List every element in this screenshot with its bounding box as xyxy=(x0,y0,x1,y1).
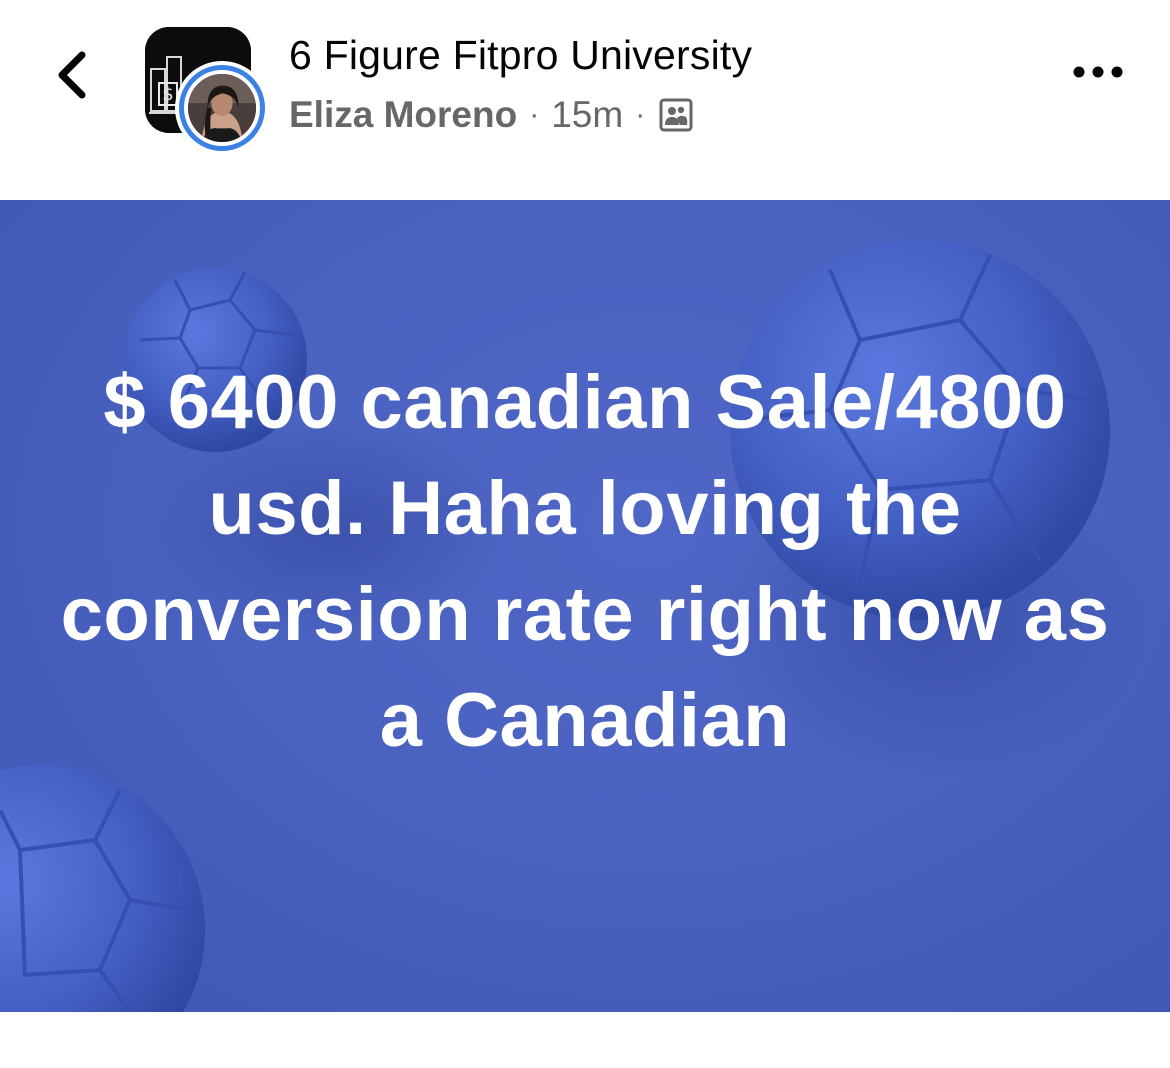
back-button[interactable] xyxy=(42,40,102,110)
ball-bottom-left xyxy=(0,765,205,1012)
post-header: $ 6 Figure Fitpro University Eliza Moren… xyxy=(0,0,1170,200)
svg-text:$: $ xyxy=(162,84,173,105)
author-photo xyxy=(188,74,256,142)
author-name-link[interactable]: Eliza Moreno xyxy=(289,94,517,136)
group-name-link[interactable]: 6 Figure Fitpro University xyxy=(289,32,752,79)
post-screen: $ 6 Figure Fitpro University Eliza Moren… xyxy=(0,0,1170,1068)
more-options-icon xyxy=(1073,66,1123,78)
post-text: $ 6400 canadian Sale/4800 usd. Haha lovi… xyxy=(60,360,1110,763)
post-footer-space xyxy=(0,1012,1170,1068)
post-meta: Eliza Moreno · 15m · xyxy=(289,92,693,138)
author-avatar[interactable] xyxy=(175,61,269,155)
story-ring xyxy=(179,65,265,151)
post-background-card[interactable]: $ 6400 canadian Sale/4800 usd. Haha lovi… xyxy=(0,200,1170,1012)
meta-separator: · xyxy=(529,98,540,131)
meta-separator: · xyxy=(635,98,646,131)
post-timestamp[interactable]: 15m xyxy=(551,94,623,136)
more-options-button[interactable] xyxy=(1066,52,1130,92)
profile-photo-icon xyxy=(188,74,256,142)
group-members-icon[interactable] xyxy=(659,98,693,132)
chevron-left-icon xyxy=(58,51,86,99)
